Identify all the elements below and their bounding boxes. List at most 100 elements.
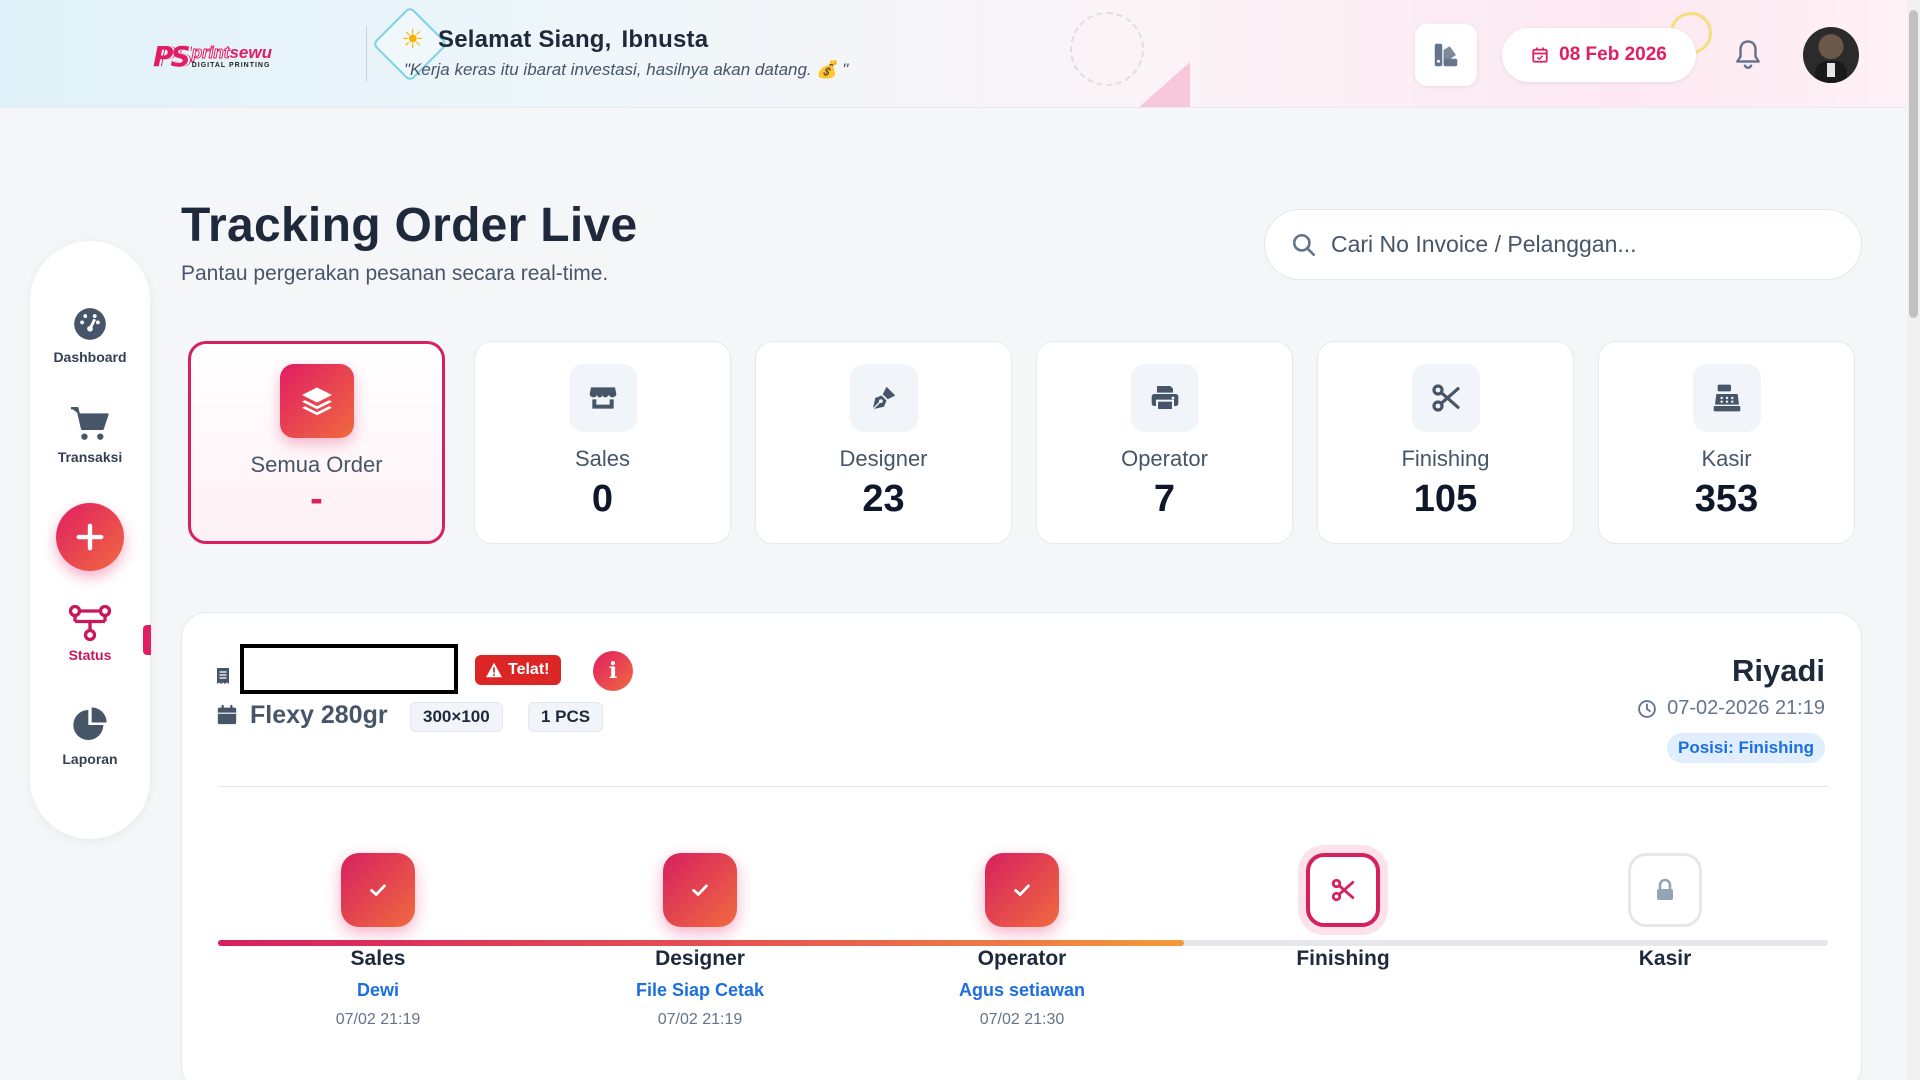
date-pill[interactable]: 08 Feb 2026 [1502, 28, 1696, 82]
step-person: Agus setiawan [958, 980, 1086, 1000]
step-node [1628, 853, 1702, 927]
step-person: Dewi [356, 980, 399, 1000]
stat-card-semua-order[interactable]: Semua Order - [188, 341, 445, 544]
stat-card-kasir[interactable]: Kasir 353 [1598, 341, 1855, 544]
invoice-number-redacted [240, 644, 458, 694]
position-badge: Posisi: Finishing [1666, 733, 1825, 763]
stat-icon-frame [849, 364, 918, 432]
decorative-dashed-circle [1070, 12, 1144, 86]
step-name: Designer [655, 947, 745, 970]
stat-icon-frame [568, 364, 637, 432]
calendar-box-icon [217, 704, 237, 725]
step-name: Kasir [1638, 947, 1692, 970]
sidebar-item-laporan[interactable]: Laporan [30, 705, 150, 767]
stat-icon-frame [1411, 364, 1480, 432]
header-divider [366, 26, 367, 82]
logo-wordmark: printsewu DIGITAL PRINTING [191, 43, 272, 70]
sidebar-item-label: Dashboard [53, 349, 127, 365]
sun-icon: ☀ [401, 24, 425, 54]
info-button[interactable]: i [593, 651, 633, 691]
customer-name: Riyadi [1731, 653, 1825, 688]
search-box[interactable] [1264, 209, 1862, 280]
stat-value: - [310, 478, 323, 520]
late-badge: Telat! [475, 655, 562, 685]
cart-icon [71, 406, 109, 440]
calendar-icon [1532, 47, 1548, 63]
motivational-quote: "Kerja keras itu ibarat investasi, hasil… [404, 60, 849, 79]
step-designer[interactable]: Designer File Siap Cetak 07/02 21:19 [590, 853, 810, 1029]
current-date: 08 Feb 2026 [1559, 44, 1667, 65]
step-name: Sales [350, 947, 406, 970]
stat-card-sales[interactable]: Sales 0 [474, 341, 731, 544]
plus-icon [76, 523, 104, 551]
stat-value: 7 [1153, 478, 1176, 520]
step-sales[interactable]: Sales Dewi 07/02 21:19 [268, 853, 488, 1029]
decorative-triangle [1138, 62, 1190, 107]
stat-label: Semua Order [250, 452, 383, 477]
step-node [341, 853, 415, 927]
pen-icon [871, 386, 895, 410]
logo-brand-print: print [191, 43, 230, 62]
quantity-tag: 1 PCS [528, 702, 604, 732]
check-icon [692, 884, 708, 896]
step-node [985, 853, 1059, 927]
stat-card-operator[interactable]: Operator 7 [1036, 341, 1293, 544]
notification-button[interactable] [1733, 37, 1763, 76]
theme-toggle-button[interactable] [1415, 24, 1477, 86]
step-time: 07/02 21:30 [979, 1011, 1065, 1028]
scrollbar-thumb[interactable] [1909, 10, 1918, 318]
greeting-text: Selamat Siang, [438, 26, 612, 53]
search-icon [1292, 233, 1316, 256]
step-time: 07/02 21:19 [335, 1011, 421, 1028]
scissors-icon [1431, 384, 1460, 412]
app-logo[interactable]: PS printsewu DIGITAL PRINTING [153, 40, 272, 73]
page-subtitle: Pantau pergerakan pesanan secara real-ti… [181, 262, 609, 285]
stat-card-designer[interactable]: Designer 23 [755, 341, 1012, 544]
logo-brand: printsewu [191, 43, 272, 62]
cash-register-icon [1713, 384, 1740, 412]
logo-mark: PS [153, 40, 191, 73]
stat-icon-frame [279, 364, 354, 438]
stat-label: Designer [839, 446, 928, 471]
stat-icon-frame [1692, 364, 1761, 432]
check-icon [1014, 884, 1030, 896]
order-datetime-text: 07-02-2026 21:19 [1667, 697, 1825, 719]
stat-icon-frame [1130, 364, 1199, 432]
printer-icon [1151, 386, 1178, 411]
stat-card-finishing[interactable]: Finishing 105 [1317, 341, 1574, 544]
sidebar-item-label: Transaksi [57, 449, 123, 465]
sidebar-item-transaksi[interactable]: Transaksi [30, 405, 150, 465]
page-title: Tracking Order Live [181, 199, 638, 252]
step-finishing[interactable]: Finishing [1233, 853, 1453, 971]
logo-subtitle: DIGITAL PRINTING [191, 62, 271, 69]
stat-label: Sales [574, 446, 631, 471]
late-badge-label: Telat! [508, 661, 550, 678]
warning-icon [486, 662, 502, 678]
add-order-button[interactable] [56, 503, 124, 571]
stat-value: 353 [1694, 478, 1759, 520]
pie-chart-icon [73, 707, 107, 740]
sidebar-item-dashboard[interactable]: Dashboard [30, 305, 150, 365]
step-person: File Siap Cetak [635, 980, 765, 1000]
avatar[interactable] [1803, 27, 1859, 83]
workflow-icon [68, 605, 112, 641]
size-tag: 300×100 [410, 702, 503, 732]
stat-value: 0 [591, 478, 614, 520]
stat-value: 23 [862, 478, 905, 520]
greeting: Selamat Siang, Ibnusta [438, 26, 708, 54]
order-datetime: 07-02-2026 21:19 [1637, 697, 1825, 720]
search-input[interactable] [1331, 231, 1811, 258]
stat-label: Finishing [1401, 446, 1490, 471]
receipt-icon [217, 668, 229, 684]
order-card[interactable]: Telat! i Flexy 280gr 300×100 1 PCS Riyad… [181, 612, 1862, 1080]
step-name: Finishing [1296, 947, 1390, 970]
scissors-icon [1331, 878, 1355, 902]
step-kasir[interactable]: Kasir [1555, 853, 1775, 971]
logo-brand-sewu: sewu [229, 43, 272, 62]
step-time: 07/02 21:19 [657, 1011, 743, 1028]
sidebar-item-status[interactable]: Status [30, 605, 150, 663]
step-node [1306, 853, 1380, 927]
step-name: Operator [977, 947, 1067, 970]
layers-icon [301, 387, 332, 416]
step-operator[interactable]: Operator Agus setiawan 07/02 21:30 [912, 853, 1132, 1029]
